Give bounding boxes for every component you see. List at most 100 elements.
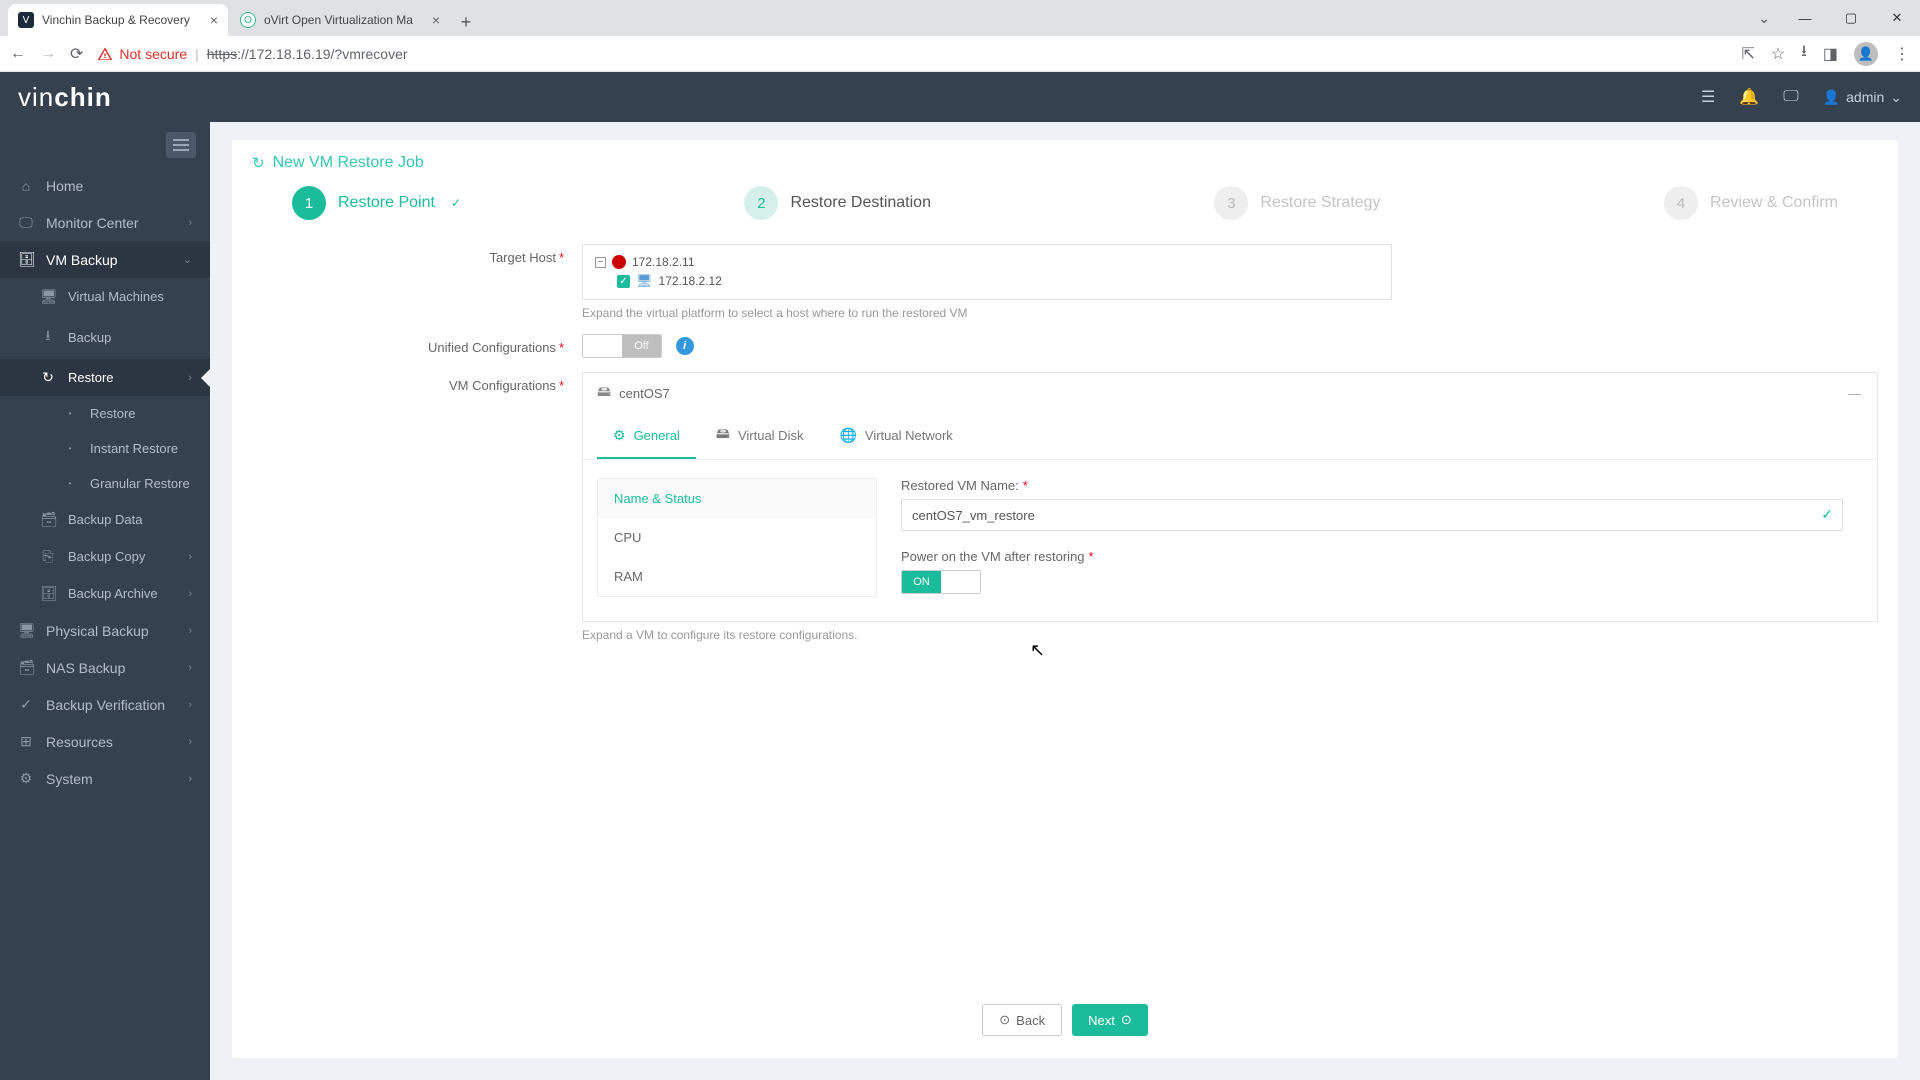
nav-back-button[interactable]: ← [10,45,26,63]
sidebar-item-label: Monitor Center [46,215,139,231]
collapse-icon[interactable]: — [1848,386,1863,401]
wizard-step-3[interactable]: 3 Restore Strategy [1214,186,1380,220]
favicon-ovirt-icon: O [240,12,256,28]
power-on-toggle[interactable]: ON [901,570,981,594]
browser-tab-vinchin[interactable]: V Vinchin Backup & Recovery × [8,4,228,36]
chevron-icon: › [188,625,192,637]
info-icon[interactable]: i [676,337,694,355]
window-maximize-button[interactable]: ▢ [1828,0,1874,36]
user-name: admin [1846,89,1884,105]
tree-child-row[interactable]: ✓ 🖥 172.18.2.12 [595,271,1379,291]
sidebar-item-backup-copy[interactable]: ⎘Backup Copy› [0,538,210,575]
target-host-label: Target Host* [252,244,582,320]
menu-icon: 🖵 [18,214,34,231]
globe-icon: 🌐 [839,427,856,444]
menu-icon: ⊞ [18,733,34,750]
wizard-step-4[interactable]: 4Review & Confirm [1664,186,1838,220]
sidelist-name-status[interactable]: Name & Status [598,479,876,518]
target-host-tree[interactable]: − 172.18.2.11 ✓ 🖥 172.18.2.12 [582,244,1392,300]
checkbox-checked-icon[interactable]: ✓ [617,275,630,288]
nav-reload-button[interactable]: ⟳ [70,44,83,64]
bookmark-icon[interactable]: ☆ [1771,44,1785,64]
sidelist-cpu[interactable]: CPU [598,518,876,557]
download-icon[interactable]: ⭳ [1801,40,1807,67]
sidebar-item-resources[interactable]: ⊞Resources› [0,723,210,760]
window-minimize-button[interactable]: — [1782,0,1828,36]
chevron-icon: › [188,551,192,563]
user-icon: 👤 [1823,89,1840,106]
next-button[interactable]: Next⊙ [1072,1004,1148,1036]
sidebar-item-backup-verification[interactable]: ✓Backup Verification› [0,686,210,723]
back-button[interactable]: ⊙Back [982,1004,1062,1036]
tab-general[interactable]: ⚙General [597,413,696,459]
menu-icon: • [62,409,78,418]
sidebar-item-monitor-center[interactable]: 🖵Monitor Center› [0,204,210,241]
step-number: 3 [1214,186,1248,220]
menu-icon: 🗃 [18,659,34,676]
vm-disk-icon: 🖴 [597,381,611,405]
security-warning[interactable]: Not secure [97,46,187,62]
close-icon[interactable]: × [210,12,218,28]
host-icon: 🖥 [636,273,653,289]
sidebar-item-backup-data[interactable]: 🗃Backup Data [0,501,210,538]
header-monitor-icon[interactable]: 🖵 [1783,88,1798,106]
extensions-icon[interactable]: ◨ [1823,44,1838,64]
favicon-vinchin-icon: V [18,12,34,28]
sidebar-item-nas-backup[interactable]: 🗃NAS Backup› [0,649,210,686]
page-title: ↻ New VM Restore Job [252,154,1878,172]
sidebar-item-restore[interactable]: •Restore [0,396,210,431]
disk-icon: 🖴 [716,423,730,447]
unified-config-toggle[interactable]: Off [582,334,662,358]
sidebar-item-label: Backup Verification [46,697,165,713]
url-box[interactable]: Not secure | https://172.18.16.19/?vmrec… [97,46,1727,62]
sidebar-item-home[interactable]: ⌂Home [0,168,210,204]
step-number: 1 [292,186,326,220]
sidebar-item-label: Backup Archive [68,586,158,601]
sidebar-item-physical-backup[interactable]: 🖥Physical Backup› [0,612,210,649]
sidebar-item-vm-backup[interactable]: 🗄VM Backup⌄ [0,241,210,278]
profile-avatar-icon[interactable]: 👤 [1854,42,1878,66]
sidebar-item-instant-restore[interactable]: •Instant Restore [0,431,210,466]
chevron-icon: › [188,372,192,384]
sidebar-item-label: Instant Restore [90,441,178,456]
step-label: Restore Strategy [1260,194,1380,212]
chevron-icon: › [188,662,192,674]
sidelist-ram[interactable]: RAM [598,557,876,596]
app-logo[interactable]: vinchin [18,82,112,113]
wizard-step-1[interactable]: 1Restore Point✓ [292,186,461,220]
window-close-button[interactable]: ✕ [1874,0,1920,36]
tree-root-row[interactable]: − 172.18.2.11 [595,253,1379,271]
header-list-icon[interactable]: ☰ [1701,87,1715,107]
sidebar-item-system[interactable]: ⚙System› [0,760,210,797]
tabs-dropdown-icon[interactable]: ⌄ [1758,0,1770,36]
header-bell-icon[interactable]: 🔔 [1739,87,1759,107]
sidebar-item-virtual-machines[interactable]: 🖥Virtual Machines [0,278,210,315]
restored-vm-name-label: Restored VM Name:* [901,478,1843,493]
share-icon[interactable]: ⇱ [1742,44,1755,64]
sidebar-item-label: Backup Copy [68,549,145,564]
tree-collapse-icon[interactable]: − [595,257,606,268]
restored-vm-name-input[interactable] [901,499,1843,531]
vm-header[interactable]: 🖴 centOS7 — [583,373,1877,413]
sidebar-toggle-button[interactable] [166,132,196,158]
tree-root-label: 172.18.2.11 [632,255,695,269]
wizard-step-2[interactable]: 2Restore Destination [744,186,931,220]
settings-icon: ⚙ [613,427,626,444]
close-icon[interactable]: × [432,12,440,28]
sidebar-item-granular-restore[interactable]: •Granular Restore [0,466,210,501]
vm-config-helper: Expand a VM to configure its restore con… [582,628,1878,642]
new-tab-button[interactable]: + [452,8,480,36]
header-user-menu[interactable]: 👤 admin ⌄ [1823,89,1902,106]
main-panel: ↻ New VM Restore Job 1Restore Point✓ 2Res… [232,140,1898,1058]
sidebar-item-label: VM Backup [46,252,118,268]
browser-tab-ovirt[interactable]: O oVirt Open Virtualization Ma × [230,4,450,36]
sidebar-item-restore[interactable]: ↻Restore› [0,359,210,396]
nav-forward-button[interactable]: → [40,45,56,63]
kebab-menu-icon[interactable]: ⋮ [1894,44,1910,64]
sidebar-item-label: Resources [46,734,113,750]
sidebar-item-backup[interactable]: ⭳Backup [0,315,210,359]
vm-config-label: VM Configurations* [252,372,582,642]
tab-virtual-disk[interactable]: 🖴Virtual Disk [700,413,820,459]
tab-virtual-network[interactable]: 🌐Virtual Network [823,413,968,459]
sidebar-item-backup-archive[interactable]: 🗄Backup Archive› [0,575,210,612]
